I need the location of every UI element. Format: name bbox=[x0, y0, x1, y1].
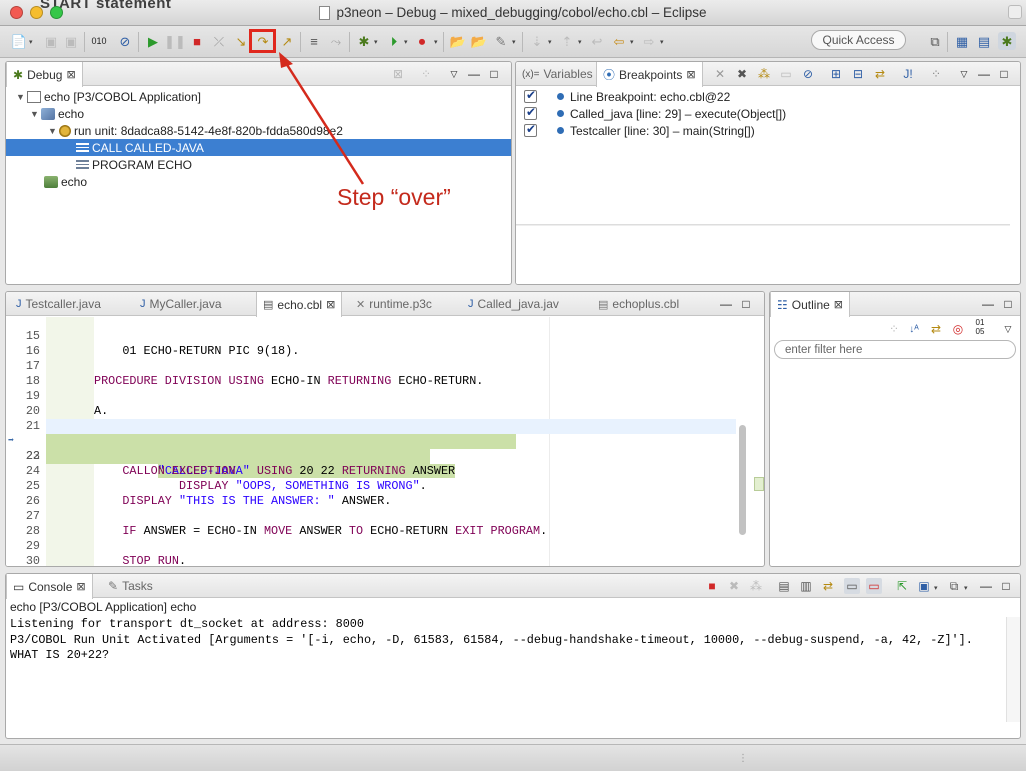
code-line: 23 ON EXCEPTION bbox=[6, 434, 734, 478]
tab-label: echo.cbl bbox=[277, 297, 323, 312]
tab-console[interactable]: ▭ Console ⊠ bbox=[6, 574, 93, 599]
display-console-icon[interactable]: ▣ bbox=[916, 578, 932, 594]
tab-tasks-label: Tasks bbox=[122, 579, 153, 593]
console-scrollbar[interactable] bbox=[1006, 617, 1020, 722]
annotation-arrow-line bbox=[282, 59, 365, 185]
link-editor-icon[interactable]: ⇄ bbox=[928, 321, 944, 337]
tab-mycaller-java[interactable]: J MyCaller.java bbox=[134, 292, 228, 316]
close-icon[interactable]: ⊠ bbox=[326, 298, 335, 311]
outline-header: ☷ Outline ⊠ — □ bbox=[770, 292, 1020, 317]
minimize-icon[interactable]: — bbox=[718, 296, 734, 312]
tab-label: echoplus.cbl bbox=[612, 297, 680, 311]
maximize-icon[interactable]: □ bbox=[1000, 296, 1016, 312]
tab-outline-label: Outline bbox=[791, 297, 830, 312]
word-wrap-icon[interactable]: ⇄ bbox=[820, 578, 836, 594]
display-console-dropdown-icon[interactable]: ▾ bbox=[934, 584, 938, 592]
console-output[interactable]: Listening for transport dt_socket at add… bbox=[10, 617, 1000, 664]
editor-text-area[interactable]: 15 01 ECHO-RETURN PIC 9(18). 16 17 PROCE… bbox=[6, 317, 764, 566]
outline-icon: ☷ bbox=[777, 297, 788, 312]
tab-outline[interactable]: ☷ Outline ⊠ bbox=[770, 292, 851, 317]
show-on-stderr-icon[interactable]: ▭ bbox=[866, 578, 882, 594]
outline-view: ☷ Outline ⊠ — □ ⁘ ↓ᴬ ⇄ ◎ 01 05 ▽ enter f… bbox=[769, 291, 1021, 567]
tab-console-label: Console bbox=[28, 579, 73, 594]
code-line: 16 bbox=[6, 329, 734, 358]
scroll-lock-icon[interactable]: ▥ bbox=[798, 578, 814, 594]
cobol-file-icon: ▤ bbox=[598, 298, 609, 311]
overview-ruler-mark[interactable] bbox=[754, 477, 764, 491]
console-icon: ▭ bbox=[13, 579, 25, 594]
console-line: P3/COBOL Run Unit Activated [Arguments =… bbox=[10, 632, 973, 647]
code-line: 17 PROCEDURE DIVISION USING ECHO-IN RETU… bbox=[6, 344, 734, 388]
open-console-icon[interactable]: ⧉ bbox=[946, 578, 962, 594]
target-icon[interactable]: ◎ bbox=[950, 321, 966, 337]
maximize-icon[interactable]: □ bbox=[738, 296, 754, 312]
console-header: ▭ Console ⊠ ✎ Tasks ■ ✖ ⁂ ▤ ▥ ⇄ ▭ ▭ ⇱ ▣ … bbox=[6, 574, 1020, 599]
editor-scrollbar[interactable] bbox=[739, 425, 746, 535]
sort-icon[interactable]: ↓ᴬ bbox=[906, 321, 922, 337]
java-file-icon: J bbox=[140, 298, 146, 310]
status-grip-icon[interactable]: ⋮ bbox=[738, 753, 748, 764]
java-file-icon: J bbox=[16, 298, 22, 310]
tab-label: MyCaller.java bbox=[149, 297, 222, 311]
close-icon[interactable]: ⊠ bbox=[834, 298, 843, 311]
tab-label: Called_java.jav bbox=[477, 297, 559, 311]
show-on-stdout-icon[interactable]: ▭ bbox=[844, 578, 860, 594]
code-line: 27 IF ANSWER = ECHO-IN MOVE ANSWER TO EC… bbox=[6, 494, 734, 538]
console-process-label: echo [P3/COBOL Application] echo bbox=[10, 600, 197, 614]
close-icon[interactable]: ⊠ bbox=[76, 580, 85, 593]
line-number: 30 bbox=[25, 554, 40, 567]
tasks-icon: ✎ bbox=[108, 579, 119, 593]
outline-filter-input[interactable]: enter filter here bbox=[774, 340, 1016, 359]
remove-launch-icon[interactable]: ✖ bbox=[726, 578, 742, 594]
annotation-arrow-head bbox=[279, 52, 293, 68]
terminate-icon[interactable]: ■ bbox=[704, 578, 720, 594]
editor-tabs: J Testcaller.java J MyCaller.java ▤ echo… bbox=[6, 292, 764, 317]
code-line: 19 A. bbox=[6, 374, 734, 418]
tab-echoplus-cbl[interactable]: ▤ echoplus.cbl bbox=[592, 292, 685, 316]
java-file-icon: J bbox=[468, 298, 474, 310]
minimize-icon[interactable]: — bbox=[980, 296, 996, 312]
tab-label: runtime.p3c bbox=[369, 297, 432, 311]
code-line: 30 bbox=[6, 539, 734, 566]
code-line-current: ➡ 22 CALL "CALLED-JAVA" USING 20 22 RETU… bbox=[6, 419, 734, 478]
console-line: WHAT IS 20+22? bbox=[10, 648, 110, 662]
hide-fields-icon[interactable]: ⁘ bbox=[886, 321, 902, 337]
code-text: STOP RUN. bbox=[122, 554, 187, 567]
minimize-icon[interactable]: — bbox=[978, 578, 994, 594]
tab-runtime-p3c[interactable]: ✕ runtime.p3c bbox=[350, 292, 438, 316]
line-numbers-icon[interactable]: 01 05 bbox=[972, 318, 988, 336]
cobol-file-icon: ▤ bbox=[263, 299, 274, 311]
tab-tasks[interactable]: ✎ Tasks bbox=[102, 574, 159, 598]
code-line: 24 DISPLAY "OOPS, SOMETHING IS WRONG". bbox=[6, 449, 734, 493]
console-line: Listening for transport dt_socket at add… bbox=[10, 617, 364, 631]
maximize-icon[interactable]: □ bbox=[998, 578, 1014, 594]
remove-all-terminated-icon[interactable]: ⁂ bbox=[748, 578, 764, 594]
tab-label: Testcaller.java bbox=[25, 297, 101, 311]
clear-console-icon[interactable]: ▤ bbox=[776, 578, 792, 594]
code-line: 18 bbox=[6, 359, 734, 388]
console-view: ▭ Console ⊠ ✎ Tasks ■ ✖ ⁂ ▤ ▥ ⇄ ▭ ▭ ⇱ ▣ … bbox=[5, 573, 1021, 739]
code-line: 28 bbox=[6, 509, 734, 538]
code-line: 21 DISPLAY "WHAT IS 20+22?". bbox=[6, 404, 734, 448]
open-console-dropdown-icon[interactable]: ▾ bbox=[964, 584, 968, 592]
code-editor: J Testcaller.java J MyCaller.java ▤ echo… bbox=[5, 291, 765, 567]
code-line: 15 01 ECHO-RETURN PIC 9(18). bbox=[6, 314, 734, 358]
pin-console-icon[interactable]: ⇱ bbox=[894, 578, 910, 594]
code-line: 25 DISPLAY "THIS IS THE ANSWER: " ANSWER… bbox=[6, 464, 734, 508]
tab-called-java[interactable]: J Called_java.jav bbox=[462, 292, 565, 316]
tab-testcaller-java[interactable]: J Testcaller.java bbox=[10, 292, 107, 316]
code-line: 29 STOP RUN. bbox=[6, 524, 734, 566]
status-bar: ⋮ bbox=[0, 744, 1026, 771]
config-file-icon: ✕ bbox=[356, 298, 366, 311]
code-line: 20 bbox=[6, 389, 734, 418]
code-line: 26 bbox=[6, 479, 734, 508]
view-menu-icon[interactable]: ▽ bbox=[1000, 321, 1016, 337]
annotation-label: Step “over” bbox=[337, 184, 451, 210]
